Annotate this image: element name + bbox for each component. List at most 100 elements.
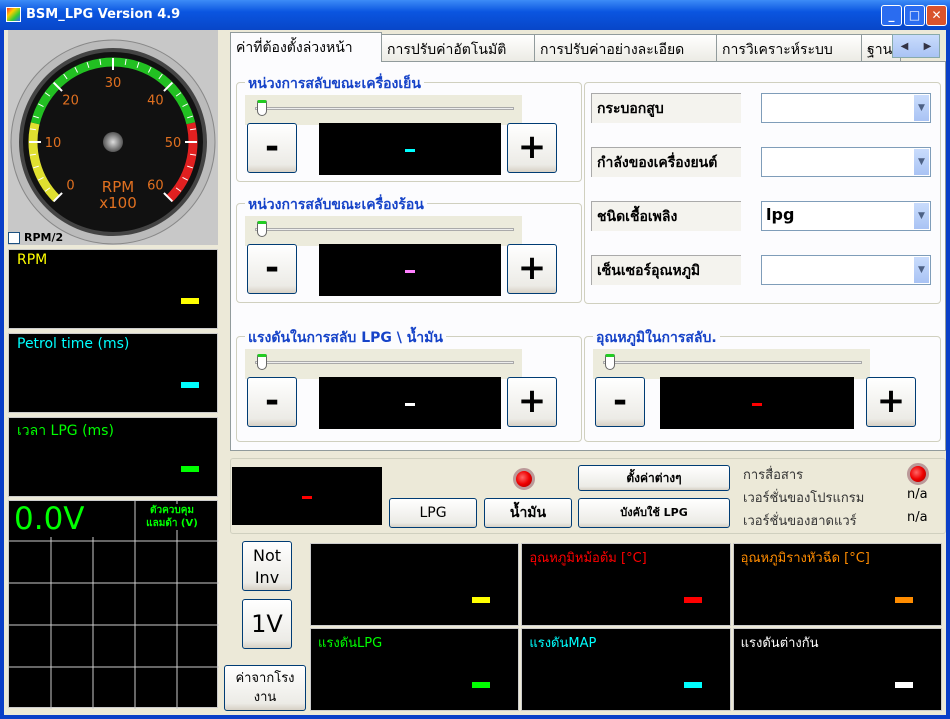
- temp-plus-button[interactable]: +: [866, 377, 916, 427]
- tab-scroll[interactable]: ◀ ▶: [892, 34, 940, 58]
- sensor-cell-5: แรงดันต่างกัน: [732, 628, 942, 711]
- tab-2[interactable]: การปรับค่าอย่างละเอียด: [534, 34, 717, 61]
- sensor-cell-4: แรงดันMAP: [521, 628, 731, 711]
- cold-display: [319, 123, 501, 175]
- hot-group: หน่วงการสลับขณะเครื่องร้อน - +: [236, 194, 582, 303]
- comm-led: [907, 463, 929, 485]
- one-v-button[interactable]: 1V: [242, 599, 292, 649]
- slider-thumb[interactable]: [257, 221, 267, 237]
- gauge-panel-0: RPM: [8, 249, 218, 329]
- slider-thumb[interactable]: [257, 100, 267, 116]
- sensor-label: แรงดันLPG: [318, 636, 383, 651]
- value-bar: [894, 682, 913, 688]
- hot-slider[interactable]: [245, 216, 522, 246]
- field-label: เซ็นเซอร์อุณหภูมิ: [591, 255, 741, 285]
- force-lpg-button[interactable]: บังคับใช้ LPG: [578, 498, 730, 528]
- pressure-minus-button[interactable]: -: [247, 377, 297, 427]
- value-bar: [181, 298, 199, 304]
- cold-minus-button[interactable]: -: [247, 123, 297, 173]
- field-label: กำลังของเครื่องยนต์: [591, 147, 741, 177]
- gauge-tick-label: 10: [45, 136, 62, 151]
- group-title: อุณหภูมิในการสลับ.: [593, 327, 720, 349]
- pressure-display: [319, 377, 501, 429]
- gauge-tick-label: 60: [147, 178, 164, 193]
- mode-value-dash: [302, 496, 312, 499]
- hot-display: [319, 244, 501, 296]
- chevron-down-icon[interactable]: ▼: [914, 203, 929, 229]
- cold-group: หน่วงการสลับขณะเครื่องเย็น - +: [236, 73, 582, 182]
- chevron-down-icon[interactable]: ▼: [914, 257, 929, 283]
- maximize-button[interactable]: □: [904, 5, 925, 26]
- app-icon: [6, 7, 21, 22]
- title-bar: BSM_LPG Version 4.9 _ □ ✕: [0, 0, 950, 30]
- tab-panel-presets: หน่วงการสลับขณะเครื่องเย็น - + หน่วงการสล…: [230, 61, 946, 451]
- value-dash: [405, 403, 415, 406]
- combo-value: lpg: [766, 205, 795, 224]
- petrol-button[interactable]: น้ำมัน: [484, 498, 572, 528]
- value-bar: [181, 466, 199, 472]
- minimize-button[interactable]: _: [881, 5, 902, 26]
- gauge-panel-1: Petrol time (ms): [8, 333, 218, 413]
- cold-slider[interactable]: [245, 95, 522, 125]
- temp-group: อุณหภูมิในการสลับ. - +: [584, 327, 941, 442]
- value-bar: [472, 682, 491, 688]
- hot-minus-button[interactable]: -: [247, 244, 297, 294]
- window-title: BSM_LPG Version 4.9: [26, 7, 181, 22]
- value-bar: [683, 682, 702, 688]
- slider-thumb[interactable]: [257, 354, 267, 370]
- chevron-down-icon[interactable]: ▼: [914, 149, 929, 175]
- gauge-tick-label: 40: [147, 94, 164, 109]
- temp-slider[interactable]: [593, 349, 870, 379]
- tab-right-icon[interactable]: ▶: [924, 41, 932, 52]
- value-dash: [405, 270, 415, 273]
- rpm2-label: RPM/2: [24, 231, 64, 244]
- engine-settings-group: กระบอกสูบ ▼ กำลังของเครื่องยนต์ ▼ ชนิดเชื้อเ…: [584, 82, 941, 304]
- slider-thumb[interactable]: [605, 354, 615, 370]
- sensor-cell-3: แรงดันLPG: [310, 628, 520, 711]
- field-combo[interactable]: ▼: [761, 255, 931, 285]
- not-inv-button[interactable]: Not Inv: [242, 541, 292, 591]
- sensor-label: อุณหภูมิรางหัวฉีด [°C]: [740, 551, 870, 566]
- sw-version-label: เวอร์ชั่นของโปรแกรม: [743, 491, 865, 506]
- value-bar: [472, 597, 491, 603]
- temp-minus-button[interactable]: -: [595, 377, 645, 427]
- chevron-down-icon[interactable]: ▼: [914, 95, 929, 121]
- gauge-tick-label: 0: [66, 178, 74, 193]
- hot-plus-button[interactable]: +: [507, 244, 557, 294]
- panel-label: เวลา LPG (ms): [17, 423, 114, 439]
- sensor-label: อุณหภูมิหม้อต้ม [°C]: [529, 551, 647, 566]
- lpg-button[interactable]: LPG: [389, 498, 477, 528]
- close-button[interactable]: ✕: [926, 5, 947, 26]
- tab-1[interactable]: การปรับค่าอัตโนมัติ: [381, 34, 535, 61]
- tab-left-icon[interactable]: ◀: [901, 41, 909, 52]
- gauge-hub: [103, 132, 123, 152]
- sw-version-value: n/a: [907, 487, 928, 502]
- mode-led: [513, 468, 535, 490]
- gauge-multiplier: x100: [99, 194, 137, 212]
- field-combo[interactable]: ▼: [761, 147, 931, 177]
- tab-0[interactable]: ค่าที่ต้องตั้งล่วงหน้า: [230, 32, 382, 62]
- temp-display: [660, 377, 854, 429]
- group-title: หน่วงการสลับขณะเครื่องร้อน: [245, 194, 427, 216]
- control-panel: LPG น้ำมัน ตั้งค่าต่างๆ บังคับใช้ LPG กา…: [230, 458, 946, 534]
- pressure-slider[interactable]: [245, 349, 522, 379]
- settings-button[interactable]: ตั้งค่าต่างๆ: [578, 465, 730, 491]
- comm-label: การสื่อสาร: [743, 468, 804, 483]
- field-label: ชนิดเชื้อเพลิง: [591, 201, 741, 231]
- rpm2-checkbox[interactable]: [8, 231, 20, 244]
- lambda-label: ตัวควบคุม แลมด้า (V): [137, 504, 207, 530]
- value-bar: [894, 597, 913, 603]
- field-combo[interactable]: lpg ▼: [761, 201, 931, 231]
- field-label: กระบอกสูบ: [591, 93, 741, 123]
- value-dash: [405, 149, 415, 152]
- tab-3[interactable]: การวิเคราะห์ระบบ: [716, 34, 862, 61]
- sensor-label: แรงดันMAP: [529, 636, 597, 651]
- pressure-plus-button[interactable]: +: [507, 377, 557, 427]
- mode-display: [232, 467, 382, 525]
- field-combo[interactable]: ▼: [761, 93, 931, 123]
- cold-plus-button[interactable]: +: [507, 123, 557, 173]
- gauge-tick-label: 50: [165, 136, 182, 151]
- rpm2-checkbox-row[interactable]: RPM/2: [8, 231, 63, 244]
- factory-reset-button[interactable]: ค่าจากโรง งาน: [224, 665, 306, 711]
- group-title: แรงดันในการสลับ LPG \ น้ำมัน: [245, 327, 446, 349]
